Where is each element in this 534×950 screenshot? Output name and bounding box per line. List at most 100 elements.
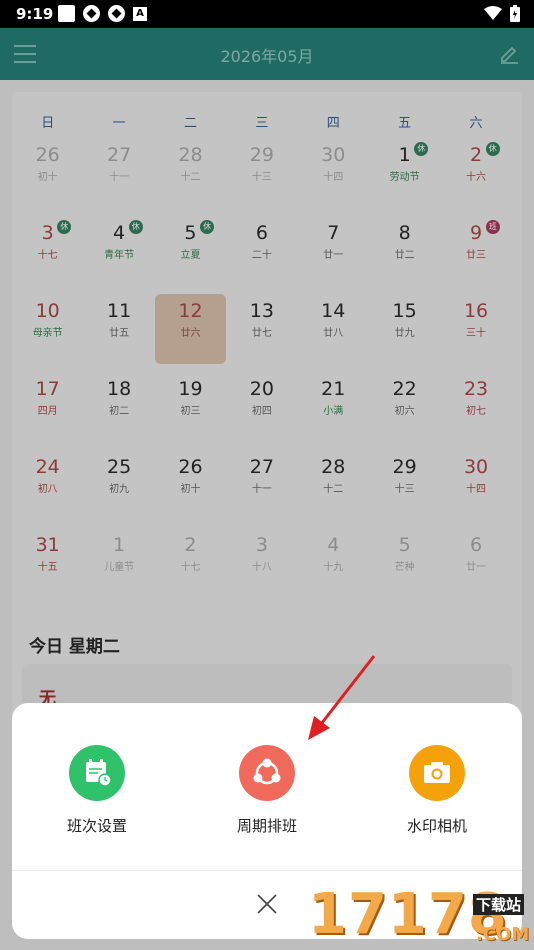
- weekday-label: 四: [326, 116, 340, 131]
- watermark-camera-circle: [409, 745, 465, 801]
- watermark-camera-button[interactable]: 水印相机: [362, 745, 512, 836]
- calendar-day[interactable]: 13 廿七: [226, 294, 297, 372]
- lunar-label: 十二: [180, 172, 201, 183]
- lunar-label: 十五: [37, 562, 58, 573]
- day-number: 22: [392, 378, 417, 400]
- calendar-day[interactable]: 25 初九: [83, 450, 154, 528]
- calendar-grid: 26 初十 27 十一 28 十二 29 十三 30 十四 1 劳动节休 2 十六休 3 十七休 4 青年节休 5 立…: [12, 138, 522, 606]
- calendar-day[interactable]: 30 十四: [298, 138, 369, 216]
- day-number: 2: [184, 534, 197, 556]
- lunar-label: 十八: [251, 562, 272, 573]
- sheet-divider: [12, 870, 522, 871]
- calendar-day[interactable]: 15 廿九: [369, 294, 440, 372]
- shift-settings-label: 班次设置: [66, 817, 127, 835]
- calendar-day[interactable]: 3 十八: [226, 528, 297, 606]
- calendar-day[interactable]: 30 十四: [440, 450, 511, 528]
- day-number: 6: [255, 222, 268, 244]
- lunar-label: 十七: [37, 250, 58, 261]
- calendar-day[interactable]: 20 初四: [226, 372, 297, 450]
- calendar-day[interactable]: 31 十五: [12, 528, 83, 606]
- lunar-label: 青年节: [104, 250, 135, 261]
- calendar-day[interactable]: 28 十二: [298, 450, 369, 528]
- calendar-day[interactable]: 14 廿八: [298, 294, 369, 372]
- lunar-label: 十一: [109, 172, 130, 183]
- weekday-label: 三: [255, 116, 269, 131]
- calendar-day[interactable]: 21 小满: [298, 372, 369, 450]
- month-title[interactable]: 2026年05月: [0, 43, 534, 67]
- lunar-label: 十九: [323, 562, 344, 573]
- day-number: 11: [106, 300, 132, 322]
- calendar-day[interactable]: 6 二十: [226, 216, 297, 294]
- status-time: 9:19: [16, 5, 54, 23]
- day-number: 23: [463, 378, 489, 400]
- calendar-day[interactable]: 8 廿二: [369, 216, 440, 294]
- weekday-label: 日: [41, 116, 55, 131]
- calendar-day[interactable]: 1 劳动节休: [369, 138, 440, 216]
- calendar-day[interactable]: 27 十一: [83, 138, 154, 216]
- calendar-day-today[interactable]: 12 廿六: [154, 294, 227, 364]
- lunar-label: 四月: [37, 406, 58, 417]
- site-watermark: 17178 下载站 .COM: [308, 880, 534, 950]
- lunar-label: 十一: [251, 484, 272, 495]
- day-number: 27: [106, 144, 132, 166]
- calendar-day[interactable]: 5 立夏休: [155, 216, 226, 294]
- calendar-day[interactable]: 4 十九: [298, 528, 369, 606]
- day-number: 16: [463, 300, 489, 322]
- day-number: 12: [178, 300, 203, 322]
- watermark-tag: 下载站: [473, 894, 525, 915]
- calendar-day[interactable]: 18 初二: [83, 372, 154, 450]
- calendar-day[interactable]: 11 廿五: [83, 294, 154, 372]
- lunar-label: 廿三: [466, 250, 487, 261]
- calendar-day[interactable]: 4 青年节 休: [83, 216, 154, 294]
- lunar-label: 初九: [109, 484, 130, 495]
- lunar-label: 劳动节: [389, 172, 420, 183]
- calendar-day[interactable]: 27 十一: [226, 450, 297, 528]
- notification-app-icon: [83, 5, 100, 22]
- day-number: 24: [35, 456, 60, 478]
- calendar-day[interactable]: 10 母亲节: [12, 294, 83, 372]
- calendar-day[interactable]: 28 十二: [155, 138, 226, 216]
- calendar-day[interactable]: 1 儿童节: [83, 528, 154, 606]
- sheet-actions: 班次设置 周期排班 水印相机: [12, 745, 522, 836]
- edit-icon[interactable]: [498, 42, 520, 64]
- cycle-schedule-button[interactable]: 周期排班: [192, 745, 342, 836]
- today-title: 今日 星期二: [29, 637, 120, 657]
- lunar-label: 十六: [466, 172, 487, 183]
- calendar-day[interactable]: 24 初八: [12, 450, 83, 528]
- calendar-day[interactable]: 19 初三: [155, 372, 226, 450]
- shift-settings-button[interactable]: 班次设置: [22, 745, 172, 836]
- day-number: 4: [327, 534, 340, 556]
- calendar-day[interactable]: 5 芒种: [369, 528, 440, 606]
- close-icon[interactable]: [255, 892, 279, 916]
- calendar-day[interactable]: 6 廿一: [440, 528, 511, 606]
- notification-app-icon: [108, 5, 125, 22]
- cycle-schedule-circle: [239, 745, 295, 801]
- calendar-day[interactable]: 26 初十: [12, 138, 83, 216]
- lunar-label: 二十: [251, 250, 272, 261]
- calendar-day[interactable]: 26 初十: [155, 450, 226, 528]
- lunar-label: 初十: [37, 172, 58, 183]
- calendar-day[interactable]: 7 廿一: [298, 216, 369, 294]
- lunar-label: 小满: [323, 406, 344, 417]
- calendar-day[interactable]: 23 初七: [440, 372, 511, 450]
- calendar-day[interactable]: 9 廿三 班: [440, 216, 511, 294]
- shift-settings-circle: [69, 745, 125, 801]
- day-number: 17: [35, 378, 60, 400]
- calendar-day[interactable]: 2 十七: [155, 528, 226, 606]
- calendar-day[interactable]: 16 三十: [440, 294, 511, 372]
- battery-icon: [510, 5, 520, 22]
- day-number: 28: [321, 456, 346, 478]
- calendar-day[interactable]: 3 十七休: [12, 216, 83, 294]
- day-number: 26: [178, 456, 203, 478]
- notification-square-icon: [58, 5, 75, 22]
- calendar-day[interactable]: 29 十三: [226, 138, 297, 216]
- calendar-day[interactable]: 22 初六: [369, 372, 440, 450]
- calendar-day[interactable]: 29 十三: [369, 450, 440, 528]
- day-number: 10: [35, 300, 60, 322]
- lunar-label: 初三: [180, 406, 201, 417]
- calendar-day[interactable]: 2 十六 休: [440, 138, 511, 216]
- lunar-label: 廿二: [394, 250, 415, 261]
- calendar-day[interactable]: 17 四月: [12, 372, 83, 450]
- day-number: 4: [113, 222, 126, 244]
- day-number: 6: [469, 534, 483, 556]
